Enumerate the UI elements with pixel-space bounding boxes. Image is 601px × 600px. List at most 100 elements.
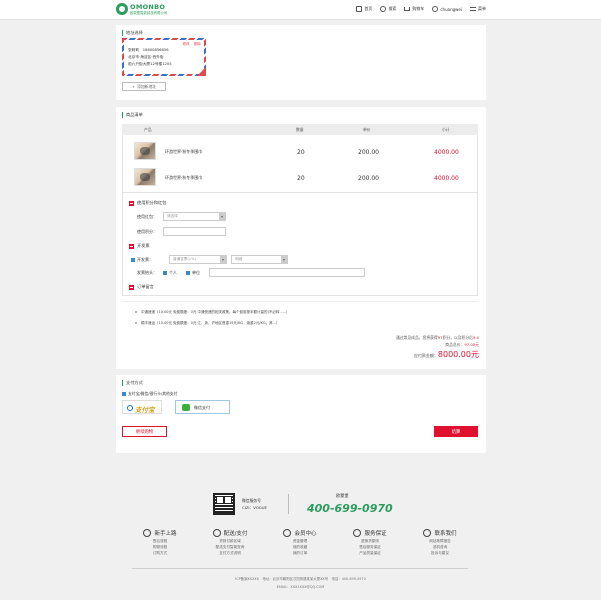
settle-button[interactable]: 结算 xyxy=(434,426,478,437)
truck-icon xyxy=(212,529,221,537)
invoice-type-select[interactable]: 普通发票(1%) xyxy=(169,255,227,264)
address-edit-link[interactable]: 修改 xyxy=(182,42,189,46)
remark-section-toggle[interactable]: 订单留言 xyxy=(129,284,154,290)
goods-table-header: 产品 数量 单价 小计 xyxy=(122,124,478,135)
payable-label: 应付款金额： xyxy=(413,353,438,358)
table-row: 环游世界·秋冬季围巾 20 200.00 4000.00 xyxy=(123,138,477,164)
nav-home[interactable]: 首页 xyxy=(356,6,372,12)
goods-total: 商品总价：97.00元 xyxy=(445,342,479,348)
payment-method-option[interactable]: 支付宝/微信/银行卡/其他支付 xyxy=(122,391,177,397)
invoice-content-select[interactable]: 明细 xyxy=(231,255,288,264)
address-card[interactable]: 修改 删除 张莉莉 18600856656 北京市·海淀区·西外街 前六只街大厦… xyxy=(122,38,206,76)
product-name[interactable]: 环游世界·秋冬季围巾 xyxy=(165,149,202,155)
redpack-select[interactable]: 请选择 xyxy=(163,212,226,221)
col-subtotal: 小计 xyxy=(442,126,450,132)
checkbox-checked-icon[interactable] xyxy=(163,271,167,275)
points-summary-prefix: 通过常见成品，您将获得 xyxy=(395,335,438,340)
payment-method-label: 支付宝/微信/银行卡/其他支付 xyxy=(128,391,178,396)
payment-panel: 支付方式 xyxy=(116,375,486,453)
nav-user[interactable]: chuangwei xyxy=(432,6,462,12)
address-line-name: 张莉莉 18600856656 xyxy=(128,48,169,52)
chevron-down-icon xyxy=(220,256,226,263)
logo-brand: OMONBO xyxy=(130,2,166,11)
checkbox-checked-icon[interactable] xyxy=(122,392,126,396)
nav-menu-label: 菜单 xyxy=(478,6,486,11)
points-summary: 通过常见成品，您将获得97积分，以及积分后9.0 xyxy=(396,335,479,341)
invoice-section-toggle[interactable]: 开发票 xyxy=(129,243,150,249)
selected-check-icon xyxy=(197,67,206,76)
footer-col-newbie: 新手上路 售后流程 购物流程 订购方式 xyxy=(132,528,188,556)
product-price: 200.00 xyxy=(358,149,379,156)
address-section-title: 地址选择 xyxy=(122,30,143,36)
points-section-toggle[interactable]: 使用积分和红包 xyxy=(129,200,166,206)
address-delete-link[interactable]: 删除 xyxy=(194,42,201,46)
collapse-icon xyxy=(129,284,134,290)
nav-search[interactable]: 搜索 xyxy=(380,6,396,12)
invoice-toggle-label: 开发票： xyxy=(137,257,153,262)
member-icon xyxy=(283,529,292,537)
invoice-toggle[interactable]: 开发票： xyxy=(131,257,153,263)
footer-col-delivery: 配送/支付 货到付款区域 配送支付智能查询 支付方式说明 xyxy=(202,528,258,556)
search-icon xyxy=(380,6,387,12)
invoice-company-label: 单位 xyxy=(192,270,200,275)
add-address-button[interactable]: + 添加新地址 xyxy=(122,82,166,91)
plus-icon: + xyxy=(131,84,136,89)
footer-col-title: 服务保证 xyxy=(364,531,387,537)
footer-col-title: 联系我们 xyxy=(434,531,457,537)
service-icon xyxy=(353,529,362,537)
points-discount: 9.0 xyxy=(472,335,479,340)
footer-link[interactable]: 产品质量保证 xyxy=(342,550,398,556)
product-image[interactable] xyxy=(134,142,156,160)
goods-total-label: 商品总价： xyxy=(445,342,465,347)
alipay-option[interactable]: 支付宝 xyxy=(122,400,162,414)
col-product: 产品 xyxy=(144,126,152,132)
continue-shopping-button[interactable]: 继续购物 xyxy=(122,426,167,437)
invoice-company-option[interactable]: 单位 xyxy=(186,270,200,276)
shipping-option-sf[interactable]: 顺丰速运（15.00元 免费额度：0元 江、浙、沪地区首重15元/KG，续重2元… xyxy=(135,318,290,329)
nav-search-label: 搜索 xyxy=(388,6,397,11)
invoice-title-input[interactable] xyxy=(209,268,365,277)
footer-col-title: 会员中心 xyxy=(294,531,317,537)
checkbox-checked-icon[interactable] xyxy=(131,258,135,262)
footer-link[interactable]: 支付方式说明 xyxy=(202,550,258,556)
alipay-logo-text: 支付宝 xyxy=(135,406,155,414)
product-subtotal: 4000.00 xyxy=(434,175,459,182)
logo-subtitle: 欧蒙堡智能科技有限公司 xyxy=(130,10,168,15)
hotline-label: 欧蒙堡 xyxy=(336,493,349,498)
nav-user-label: chuangwei xyxy=(440,6,462,12)
remark-section-title: 订单留言 xyxy=(137,284,154,289)
footer-link[interactable]: 投诉与建议 xyxy=(412,550,468,556)
wechat-pay-option[interactable]: 微信支付 xyxy=(175,400,230,414)
radio-icon[interactable] xyxy=(135,311,137,313)
address-line-street: 前六只街大厦12号楼1205 xyxy=(128,62,172,66)
shipping-option-zto[interactable]: 中通速递（10.00元 免费额度：0元 中通快递的相关政策，每个费用按半额计量的… xyxy=(135,307,290,318)
nav-cart-label: 购物车 xyxy=(412,6,425,11)
footer-col-contact: 联系我们 网站故障报告 选机咨询 投诉与建议 xyxy=(412,528,468,556)
invoice-content-value: 明细 xyxy=(235,257,243,261)
payment-section-title: 支付方式 xyxy=(122,380,143,386)
goods-section-title: 商品清单 xyxy=(122,112,143,118)
invoice-personal-option[interactable]: 个人 xyxy=(163,270,177,276)
nav-menu[interactable]: 菜单 xyxy=(470,6,486,12)
site-logo[interactable]: OMONBO 欧蒙堡智能科技有限公司 xyxy=(116,3,167,15)
footer-link[interactable]: 我的订单 xyxy=(272,550,328,556)
checkbox-checked-icon[interactable] xyxy=(186,271,190,275)
alipay-icon xyxy=(127,405,133,411)
footer-link[interactable]: 订购方式 xyxy=(132,550,188,556)
wechat-pay-label: 微信支付 xyxy=(194,405,210,410)
chevron-down-icon xyxy=(219,213,225,220)
footer-divider xyxy=(288,494,289,514)
invoice-title-label: 发票抬头： xyxy=(137,270,157,275)
points-label: 使用积分： xyxy=(137,229,157,234)
radio-icon[interactable] xyxy=(135,322,137,324)
order-options: 使用积分和红包 使用红包： 请选择 使用积分： 开发票 开发票： 普通发票(1%… xyxy=(122,193,478,296)
points-input[interactable] xyxy=(163,227,226,236)
invoice-type-value: 普通发票(1%) xyxy=(173,257,196,261)
nav-cart[interactable]: 购物车 xyxy=(404,6,424,12)
footer-col-member: 会员中心 资金管理 我的收藏 我的订单 xyxy=(272,528,328,556)
wechat-service-id: CIZI：VOGUE xyxy=(242,505,267,510)
product-name[interactable]: 环游世界·秋冬季围巾 xyxy=(165,175,202,181)
shipping-option-zto-label: 中通速递（10.00元 免费额度：0元 中通快递的相关政策，每个费用按半额计量的… xyxy=(141,310,290,314)
shipping-option-sf-label: 顺丰速运（15.00元 免费额度：0元 江、浙、沪地区首重15元/KG，续重2元… xyxy=(141,321,280,325)
product-image[interactable] xyxy=(134,168,156,186)
